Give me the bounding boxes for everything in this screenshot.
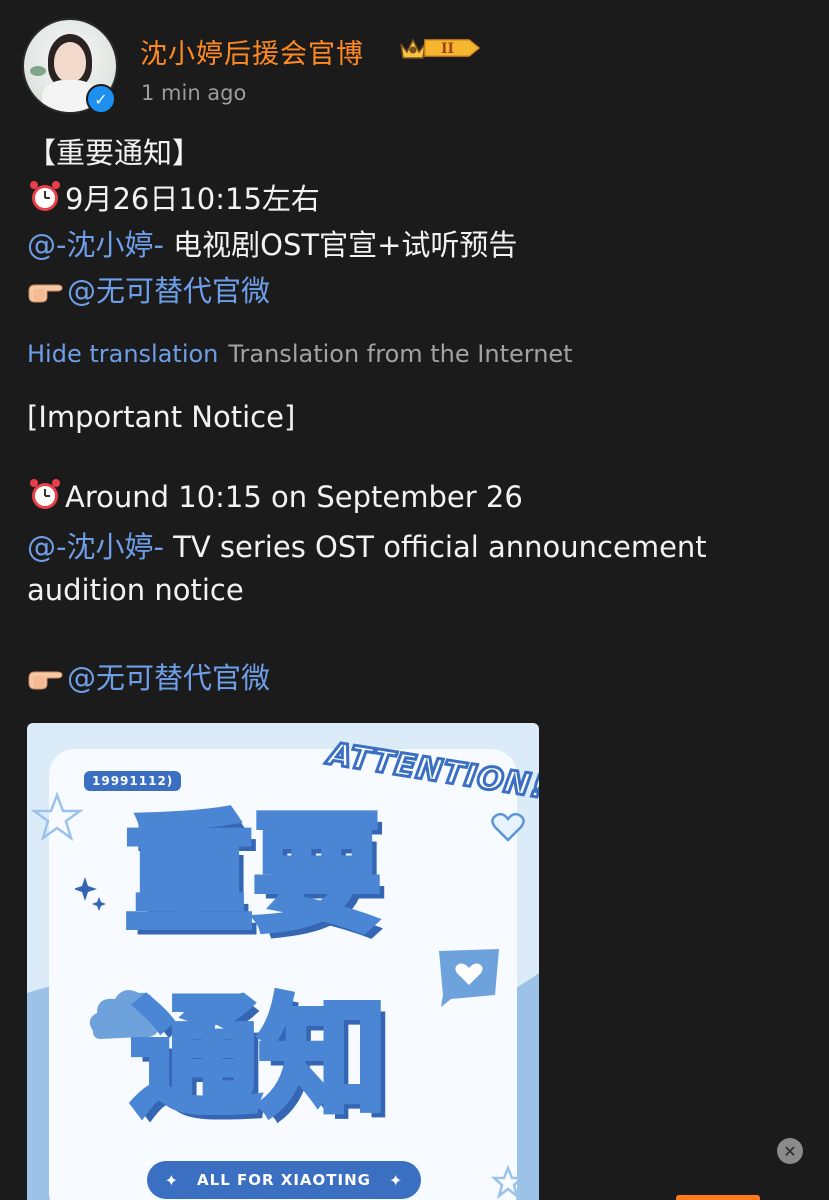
close-icon[interactable]: ✕: [777, 1138, 803, 1164]
post-time-line: 9月26日10:15左右: [27, 176, 807, 222]
action-bar-edge: [676, 1195, 760, 1200]
vip-badge-icon[interactable]: II: [397, 32, 483, 64]
alarm-clock-icon: [30, 181, 60, 211]
time-text: 9月26日10:15左右: [65, 182, 320, 216]
translation-time-text: Around 10:15 on September 26: [65, 480, 523, 514]
verified-icon: ✓: [86, 84, 116, 114]
heart-outline-icon: [491, 812, 525, 842]
post-mention-line-2: @无可替代官微: [27, 268, 807, 314]
post-title: 【重要通知】: [27, 136, 202, 170]
translation-time-line: Around 10:15 on September 26: [27, 476, 807, 519]
translation-mention-line: @-沈小婷- TV series OST official announceme…: [27, 526, 807, 569]
banner: ✦ ALL FOR XIAOTING ✦: [147, 1161, 421, 1199]
translation-mention-cont: audition notice: [27, 573, 244, 607]
translation-mention-line-2: @无可替代官微: [27, 657, 807, 700]
author-name[interactable]: 沈小婷后援会官博: [140, 32, 364, 71]
star-outline-icon: [491, 1165, 525, 1199]
pointing-hand-icon: [28, 284, 63, 303]
banner-star-icon: ✦: [164, 1170, 180, 1190]
translation-mention-text: TV series OST official announcement: [163, 530, 707, 564]
hide-translation-button[interactable]: Hide translation: [27, 340, 218, 368]
post-header: ✓ 沈小婷后援会官博 II 1 min ago: [22, 18, 802, 118]
post-body: 【重要通知】 9月26日10:15左右 @-沈小婷- 电视剧OST官宣+试听预告…: [27, 130, 807, 314]
mention-link-2[interactable]: @无可替代官微: [67, 274, 270, 308]
post-timestamp: 1 min ago: [141, 81, 247, 105]
translation-source: Translation from the Internet: [228, 340, 573, 368]
headline-line-2: 通知: [127, 984, 390, 1133]
banner-star-icon: ✦: [388, 1170, 404, 1190]
headline-line-1: 重要: [121, 800, 384, 949]
mention-link[interactable]: @-沈小婷-: [27, 228, 164, 262]
translation-mention-link[interactable]: @-沈小婷-: [27, 530, 164, 564]
id-tag: 19991112): [84, 771, 182, 791]
sparkle-icon: [75, 877, 106, 911]
mention-text: 电视剧OST官宣+试听预告: [163, 228, 518, 262]
banner-text: ALL FOR XIAOTING: [197, 1171, 371, 1189]
heart-bubble-icon: [439, 949, 499, 1007]
alarm-clock-icon: [30, 479, 60, 509]
post-image[interactable]: 19991112) ATTENTION! 重要 通知 ✦ ALL FOR XIA…: [27, 723, 539, 1200]
star-outline-icon: [31, 791, 83, 842]
post-mention-line: @-沈小婷- 电视剧OST官宣+试听预告: [27, 222, 807, 268]
translation-mention-link-2[interactable]: @无可替代官微: [67, 661, 270, 695]
vip-level: II: [441, 41, 454, 57]
pointing-hand-icon: [28, 671, 63, 690]
translation-bar: Hide translation Translation from the Int…: [27, 340, 573, 368]
translation-title: [Important Notice]: [27, 400, 296, 434]
